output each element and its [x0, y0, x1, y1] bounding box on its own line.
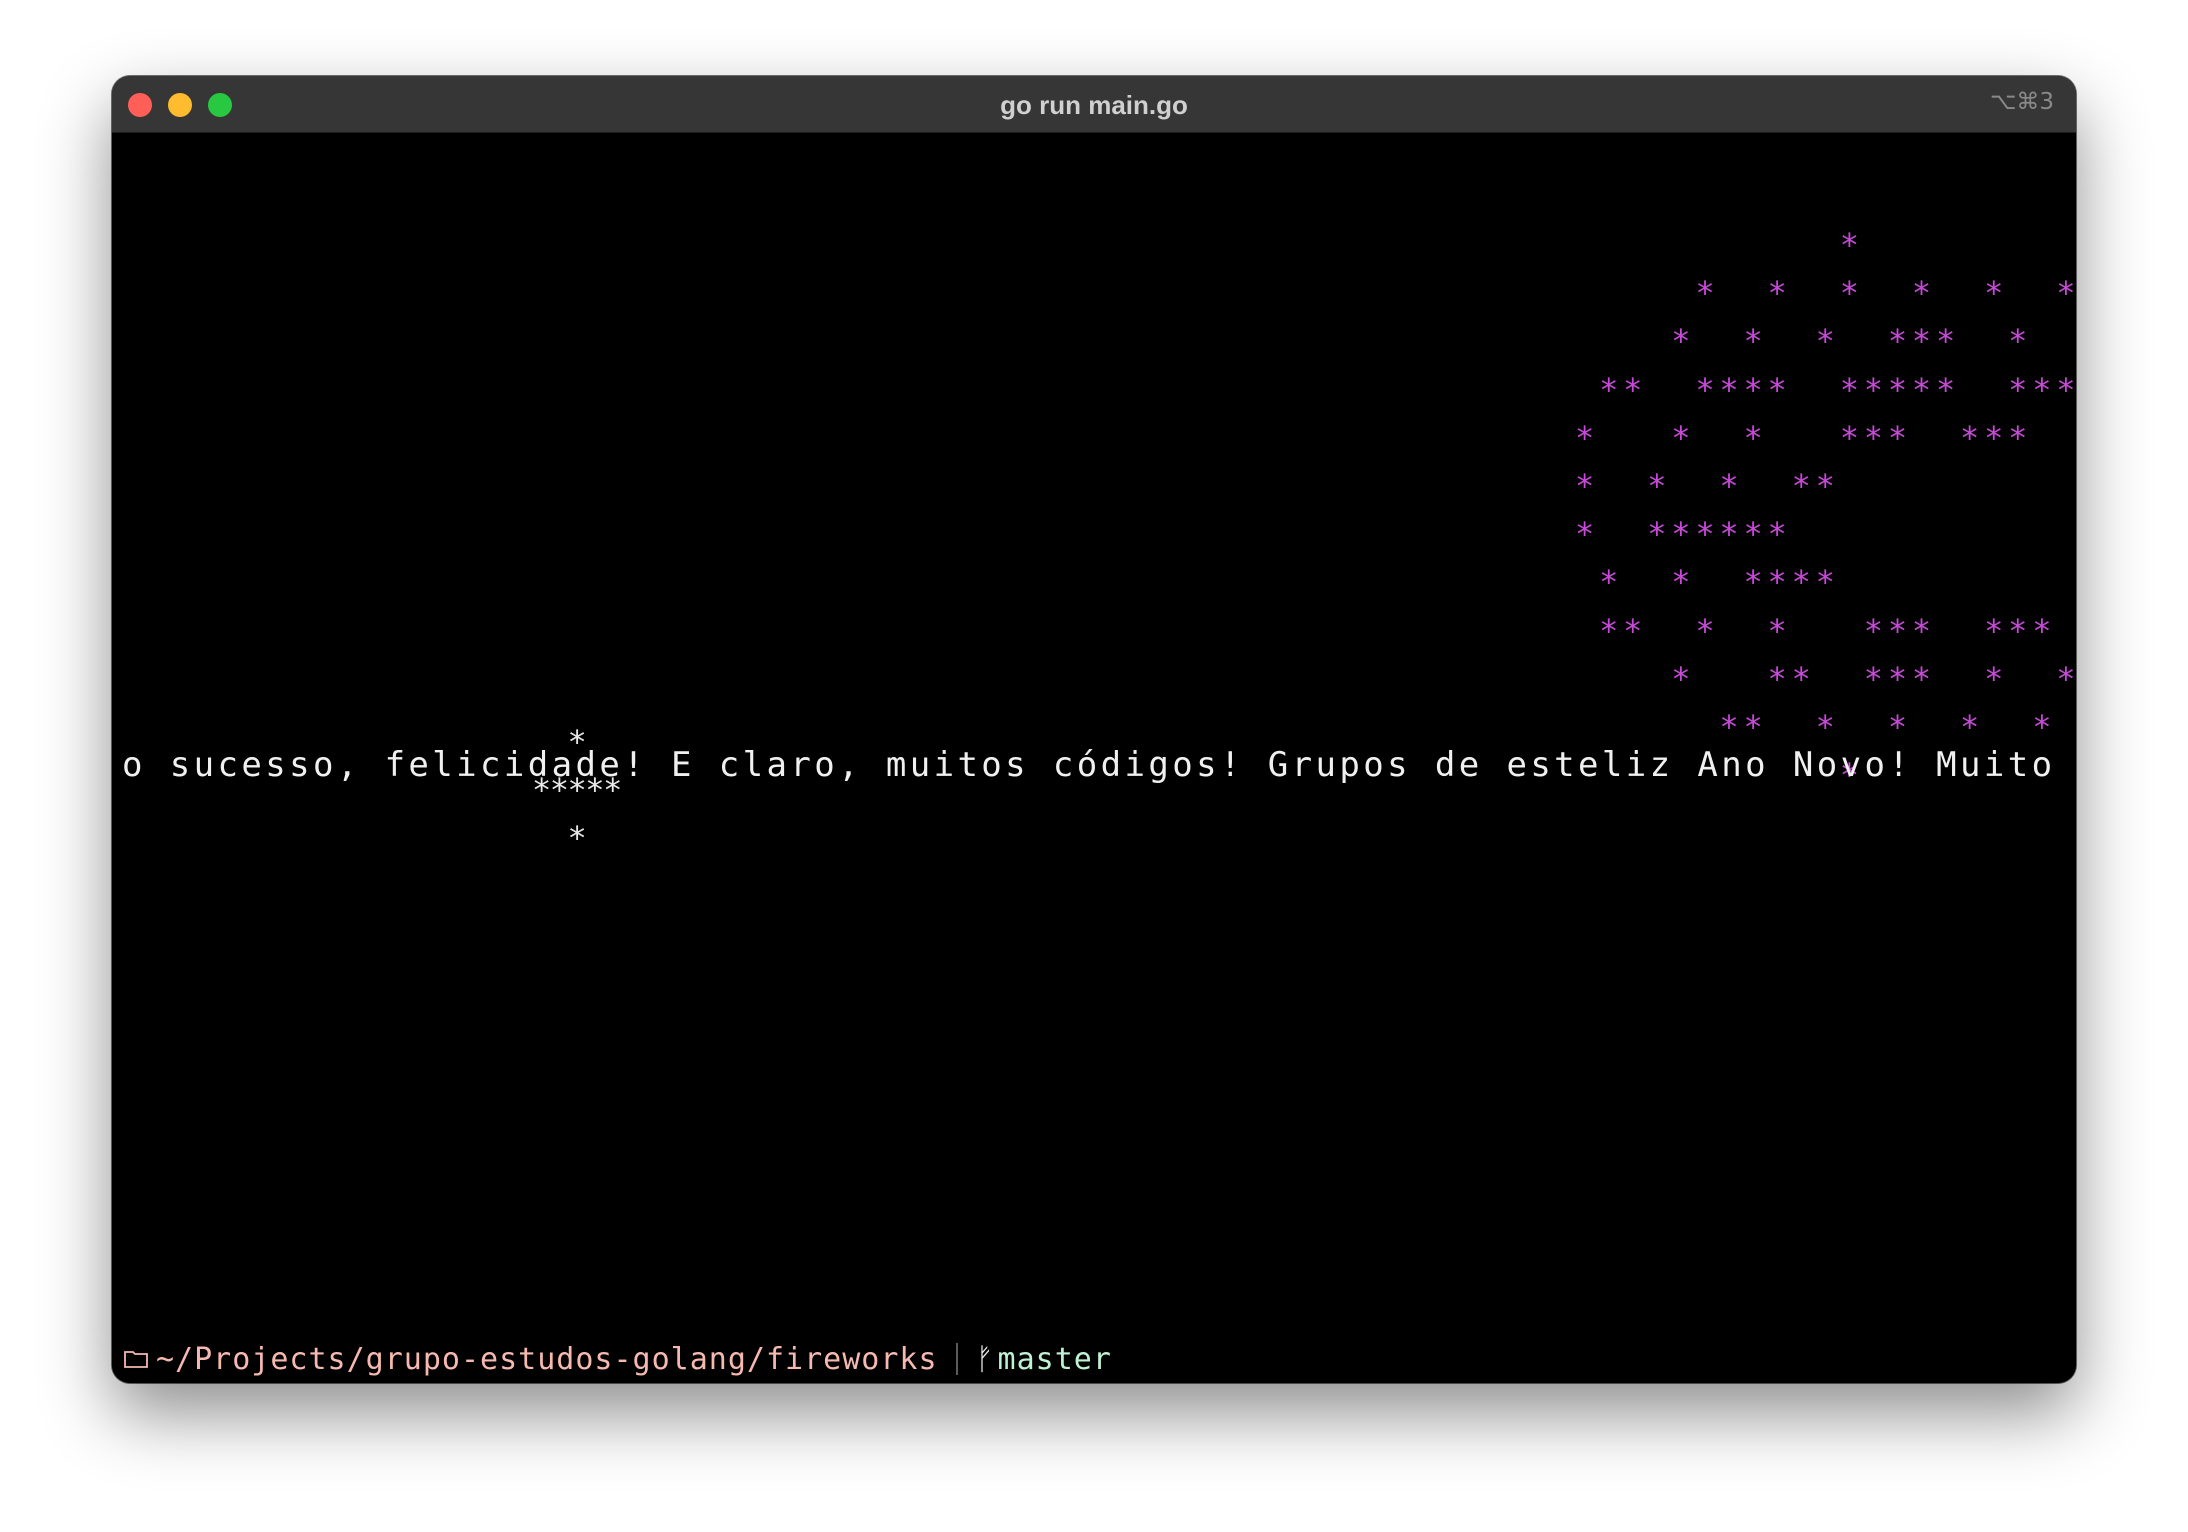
- git-branch-icon: ᚠ: [975, 1341, 994, 1377]
- current-path: ~/Projects/grupo-estudos-golang/firework…: [156, 1341, 938, 1377]
- firework-row: * ****** ****** *: [1575, 515, 1792, 554]
- prompt-separator: [955, 1343, 958, 1375]
- firework-row: *: [532, 819, 587, 857]
- scrolling-message: o sucesso, felicidade! E claro, muitos c…: [122, 745, 2056, 785]
- git-branch-name: master: [997, 1341, 1112, 1377]
- firework-row: ** **** ***** **** **: [1599, 370, 2076, 409]
- firework-row: *: [532, 723, 587, 761]
- firework-row: * * * ** ** * * *: [1575, 467, 1840, 505]
- window-title: go run main.go: [1000, 90, 1188, 120]
- firework-row: *: [1575, 226, 1864, 264]
- window-shortcut: ⌥⌘3: [1989, 89, 2054, 115]
- terminal-output[interactable]: * * * * * * * * * * * * * * * * * ** **** …: [112, 133, 2076, 1383]
- terminal-window: go run main.go ⌥⌘3 * * * * * * * * * * *…: [112, 76, 2076, 1383]
- firework-row: * * * *** * * *: [1671, 322, 2033, 361]
- firework-row: * ** *** * * *: [1671, 659, 2075, 698]
- firework-row: * * * *** *** * * *: [1575, 418, 2033, 457]
- folder-icon: [124, 1351, 148, 1368]
- firework-row: ** * * *** *** * * **: [1599, 611, 2057, 650]
- firework-row: *****: [532, 771, 622, 809]
- firework-row: * * * * * * *: [1695, 274, 2075, 313]
- firework-row: * * **** **** * *: [1599, 563, 1840, 602]
- title-bar: go run main.go ⌥⌘3: [112, 76, 2076, 133]
- shell-prompt: ~/Projects/grupo-estudos-golang/firework…: [124, 1339, 1112, 1379]
